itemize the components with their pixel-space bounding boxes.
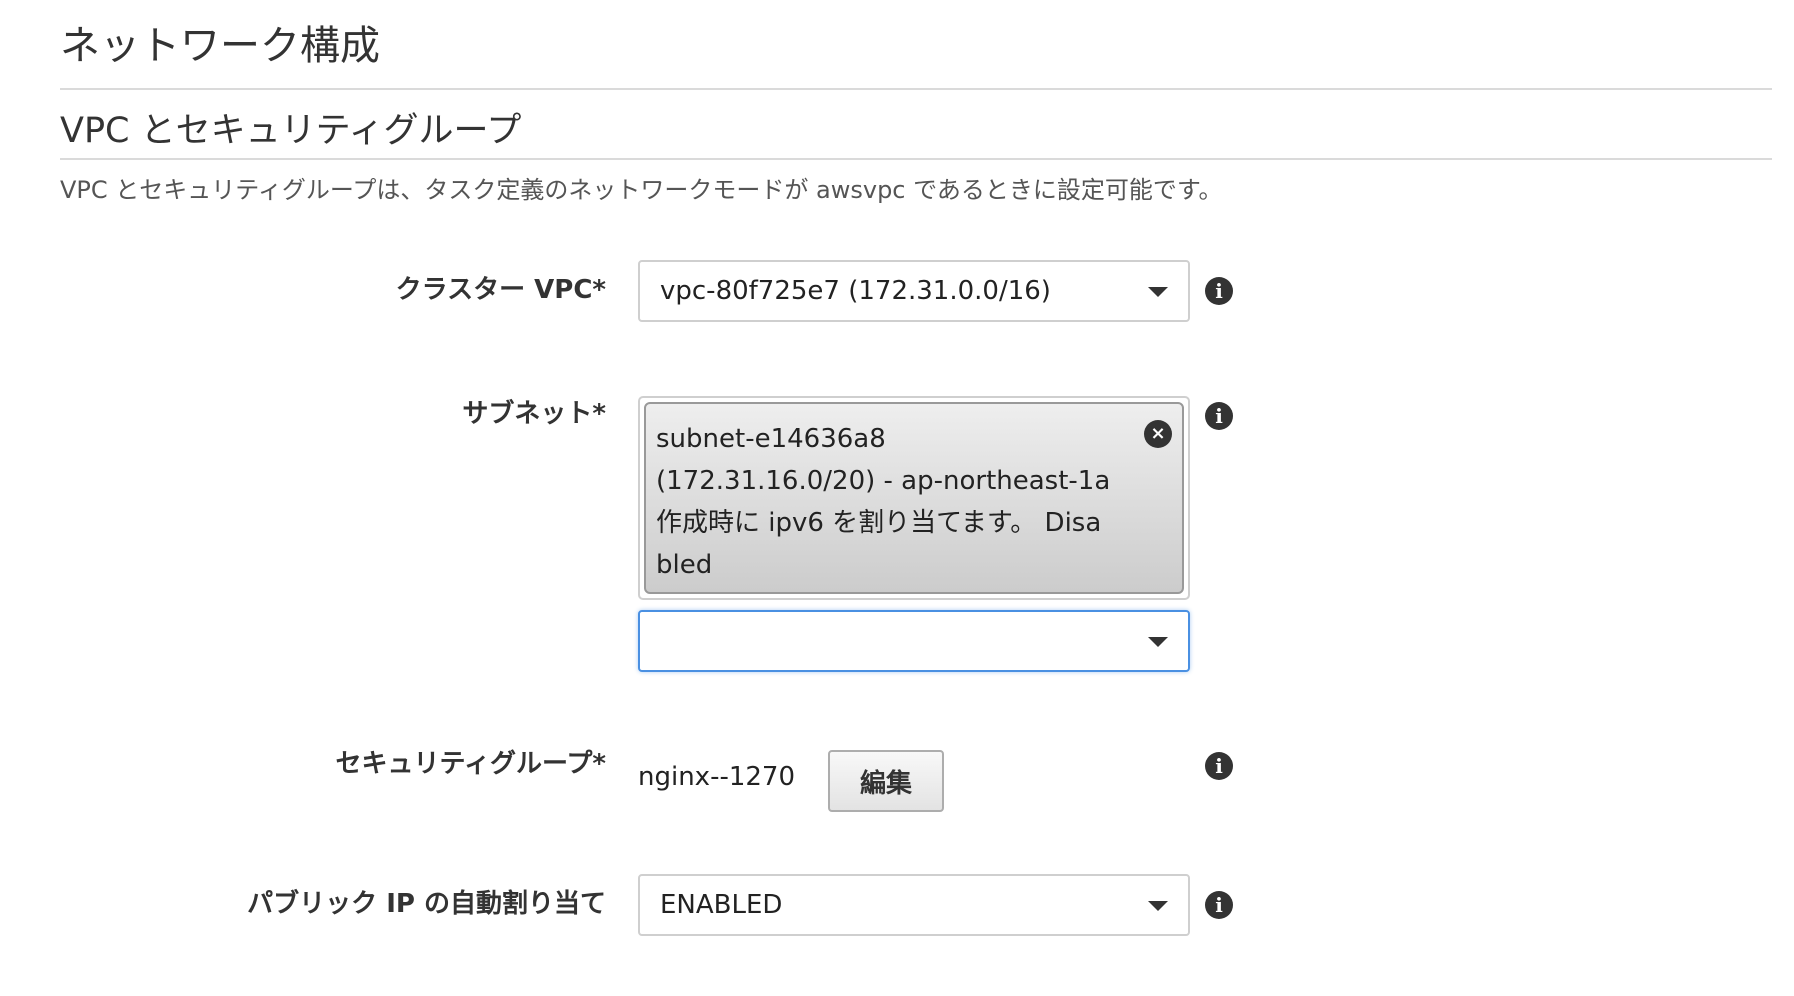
edit-security-group-button[interactable]: 編集 — [828, 750, 944, 812]
info-icon[interactable]: i — [1205, 891, 1233, 919]
section-title: ネットワーク構成 — [60, 23, 380, 69]
security-group-label: セキュリティグループ* — [335, 749, 606, 779]
public-ip-select[interactable]: ENABLED — [638, 874, 1190, 936]
cluster-vpc-value: vpc-80f725e7 (172.31.0.0/16) — [660, 276, 1051, 306]
info-icon[interactable]: i — [1205, 277, 1233, 305]
subnet-label: サブネット* — [462, 399, 606, 429]
subnet-chip-line: 作成時に ipv6 を割り当てます。 Disa — [656, 508, 1102, 538]
subnet-chip-line: subnet-e14636a8 — [656, 424, 886, 454]
subnet-chip-line: (172.31.16.0/20) - ap-northeast-1a — [656, 466, 1111, 496]
subsection-description: VPC とセキュリティグループは、タスク定義のネットワークモードが awsvpc… — [60, 176, 1223, 204]
subsection-title: VPC とセキュリティグループ — [60, 111, 522, 151]
subnet-chip: subnet-e14636a8 (172.31.16.0/20) - ap-no… — [644, 402, 1184, 594]
public-ip-value: ENABLED — [660, 890, 783, 920]
subsection-divider — [60, 158, 1772, 160]
cluster-vpc-select[interactable]: vpc-80f725e7 (172.31.0.0/16) — [638, 260, 1190, 322]
info-icon[interactable]: i — [1205, 752, 1233, 780]
security-group-value: nginx--1270 — [638, 762, 796, 792]
info-icon[interactable]: i — [1205, 402, 1233, 430]
subnet-chip-line: bled — [656, 550, 713, 580]
subnet-select[interactable] — [638, 610, 1190, 672]
chevron-down-icon — [1148, 287, 1168, 297]
network-configuration-page: ネットワーク構成 VPC とセキュリティグループ VPC とセキュリティグループ… — [0, 0, 1794, 996]
chevron-down-icon — [1148, 637, 1168, 647]
subnet-selected-list: subnet-e14636a8 (172.31.16.0/20) - ap-no… — [638, 396, 1190, 600]
section-divider — [60, 88, 1772, 90]
chevron-down-icon — [1148, 901, 1168, 911]
public-ip-label: パブリック IP の自動割り当て — [247, 889, 606, 919]
remove-icon[interactable]: × — [1144, 420, 1172, 448]
cluster-vpc-label: クラスター VPC* — [395, 275, 606, 305]
